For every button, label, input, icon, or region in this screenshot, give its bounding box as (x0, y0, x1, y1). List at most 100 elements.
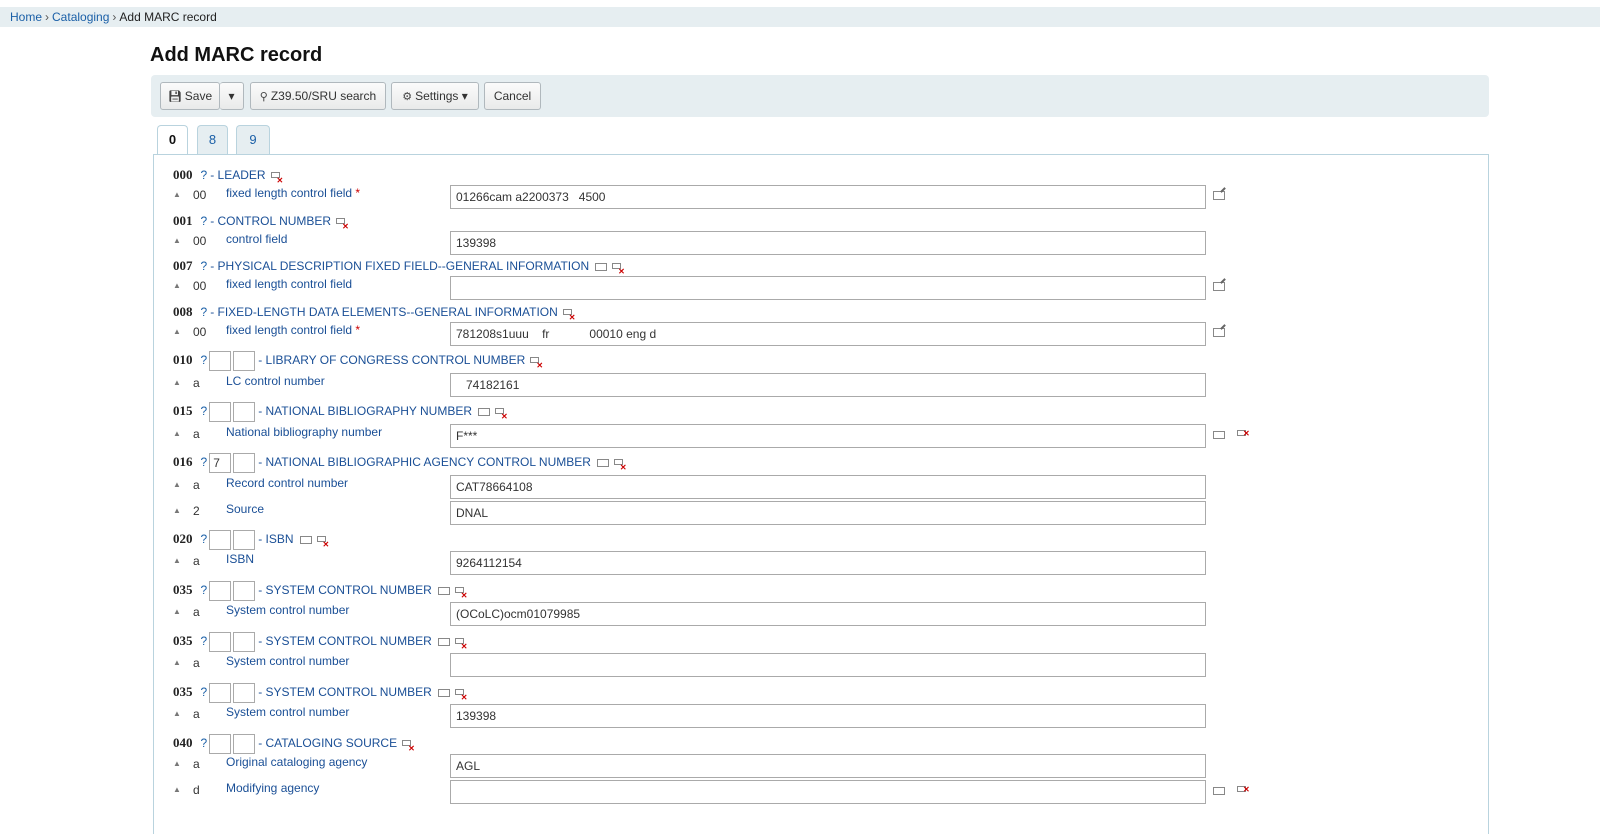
help-link[interactable]: ? (201, 168, 208, 182)
field-tag[interactable]: 035 (173, 684, 193, 699)
delete-subfield-icon[interactable] (1237, 429, 1251, 439)
help-link[interactable]: ? (201, 214, 208, 228)
subfield-value-input[interactable]: 139398 (450, 231, 1206, 255)
subfield-value-input[interactable]: AGL (450, 754, 1206, 778)
repeat-field-icon[interactable] (437, 586, 450, 595)
subfield-value-input[interactable]: 74182161 (450, 373, 1206, 397)
field-tag[interactable]: 020 (173, 531, 193, 546)
help-link[interactable]: ? (201, 685, 208, 699)
field-tag[interactable]: 000 (173, 167, 193, 182)
move-up-icon[interactable]: ▲ (173, 429, 181, 438)
field-tag[interactable]: 040 (173, 735, 193, 750)
plugin-editor-icon[interactable] (1213, 328, 1225, 337)
breadcrumb-cataloging-link[interactable]: Cataloging (52, 10, 109, 24)
delete-field-icon[interactable] (613, 458, 628, 478)
settings-button[interactable]: ⚙ Settings ▾ (391, 82, 479, 110)
tab-8[interactable]: 8 (197, 125, 228, 154)
breadcrumb-home-link[interactable]: Home (10, 10, 42, 24)
repeat-field-icon[interactable] (299, 535, 312, 544)
delete-field-icon[interactable] (316, 535, 331, 555)
move-up-icon[interactable]: ▲ (173, 327, 181, 336)
help-link[interactable]: ? (201, 404, 208, 418)
field-tag[interactable]: 010 (173, 352, 193, 367)
repeat-field-icon[interactable] (437, 637, 450, 646)
help-link[interactable]: ? (201, 455, 208, 469)
field-label-link[interactable]: - CONTROL NUMBER (210, 214, 331, 228)
help-link[interactable]: ? (201, 736, 208, 750)
field-label-link[interactable]: - PHYSICAL DESCRIPTION FIXED FIELD--GENE… (210, 259, 589, 273)
repeat-field-icon[interactable] (595, 262, 608, 271)
indicator-input[interactable] (209, 350, 232, 371)
move-up-icon[interactable]: ▲ (173, 506, 181, 515)
repeat-subfield-icon[interactable] (1213, 787, 1225, 795)
subfield-value-input[interactable]: CAT78664108 (450, 475, 1206, 499)
field-label-link[interactable]: - LIBRARY OF CONGRESS CONTROL NUMBER (258, 353, 525, 367)
field-label-link[interactable]: - NATIONAL BIBLIOGRAPHY NUMBER (258, 404, 472, 418)
indicator-input[interactable] (233, 529, 256, 550)
repeat-field-icon[interactable] (437, 688, 450, 697)
field-tag[interactable]: 015 (173, 403, 193, 418)
delete-field-icon[interactable] (495, 407, 509, 427)
plugin-editor-icon[interactable] (1213, 191, 1225, 200)
subfield-value-input[interactable] (450, 780, 1206, 804)
field-tag[interactable]: 008 (173, 304, 193, 319)
delete-subfield-icon[interactable] (1237, 785, 1251, 795)
plugin-editor-icon[interactable] (1213, 282, 1225, 291)
help-link[interactable]: ? (201, 353, 208, 367)
indicator-input[interactable] (233, 733, 256, 754)
subfield-value-input[interactable]: (OCoLC)ocm01079985 (450, 602, 1206, 626)
indicator-input[interactable] (233, 350, 256, 371)
move-up-icon[interactable]: ▲ (173, 607, 181, 616)
field-label-link[interactable]: - SYSTEM CONTROL NUMBER (258, 634, 432, 648)
cancel-button[interactable]: Cancel (484, 82, 541, 110)
repeat-subfield-icon[interactable] (1213, 431, 1225, 439)
move-up-icon[interactable]: ▲ (173, 378, 181, 387)
help-link[interactable]: ? (201, 532, 208, 546)
repeat-field-icon[interactable] (596, 458, 609, 467)
field-tag[interactable]: 001 (173, 213, 193, 228)
move-up-icon[interactable]: ▲ (173, 658, 181, 667)
z3950-search-button[interactable]: ⚲ Z39.50/SRU search (250, 82, 386, 110)
help-link[interactable]: ? (201, 305, 208, 319)
delete-field-icon[interactable] (612, 262, 626, 282)
move-up-icon[interactable]: ▲ (173, 236, 181, 245)
delete-field-icon[interactable] (454, 586, 469, 606)
move-up-icon[interactable]: ▲ (173, 480, 181, 489)
indicator-input[interactable] (209, 401, 232, 422)
field-label-link[interactable]: - SYSTEM CONTROL NUMBER (258, 583, 432, 597)
delete-field-icon[interactable] (530, 356, 544, 376)
field-label-link[interactable]: - NATIONAL BIBLIOGRAPHIC AGENCY CONTROL … (258, 455, 591, 469)
help-link[interactable]: ? (201, 583, 208, 597)
field-tag[interactable]: 016 (173, 454, 193, 469)
tab-9[interactable]: 9 (236, 125, 270, 154)
subfield-value-input[interactable]: F*** (450, 424, 1206, 448)
indicator-input[interactable] (209, 682, 232, 703)
subfield-value-input[interactable]: 9264112154 (450, 551, 1206, 575)
save-options-dropdown-button[interactable]: ▾ (220, 82, 244, 110)
indicator-input[interactable] (233, 682, 256, 703)
save-button[interactable]: 💾︎ Save (160, 82, 220, 110)
subfield-value-input[interactable]: 139398 (450, 704, 1206, 728)
field-label-link[interactable]: - ISBN (258, 532, 293, 546)
indicator-input[interactable]: 7 (209, 452, 232, 473)
subfield-value-input[interactable] (450, 276, 1206, 300)
repeat-field-icon[interactable] (478, 407, 491, 416)
indicator-input[interactable] (209, 631, 232, 652)
help-link[interactable]: ? (201, 634, 208, 648)
move-up-icon[interactable]: ▲ (173, 281, 181, 290)
subfield-value-input[interactable]: DNAL (450, 501, 1206, 525)
delete-field-icon[interactable] (454, 688, 469, 708)
delete-field-icon[interactable] (336, 217, 350, 237)
indicator-input[interactable] (233, 452, 256, 473)
subfield-value-input[interactable] (450, 653, 1206, 677)
field-label-link[interactable]: - FIXED-LENGTH DATA ELEMENTS--GENERAL IN… (210, 305, 558, 319)
field-label-link[interactable]: - CATALOGING SOURCE (258, 736, 397, 750)
subfield-value-input[interactable]: 01266cam a2200373 4500 (450, 185, 1206, 209)
field-tag[interactable]: 035 (173, 582, 193, 597)
tab-0[interactable]: 0 (157, 125, 188, 155)
delete-field-icon[interactable] (402, 739, 416, 759)
move-up-icon[interactable]: ▲ (173, 190, 181, 199)
delete-field-icon[interactable] (562, 308, 577, 328)
indicator-input[interactable] (209, 580, 232, 601)
indicator-input[interactable] (233, 401, 256, 422)
